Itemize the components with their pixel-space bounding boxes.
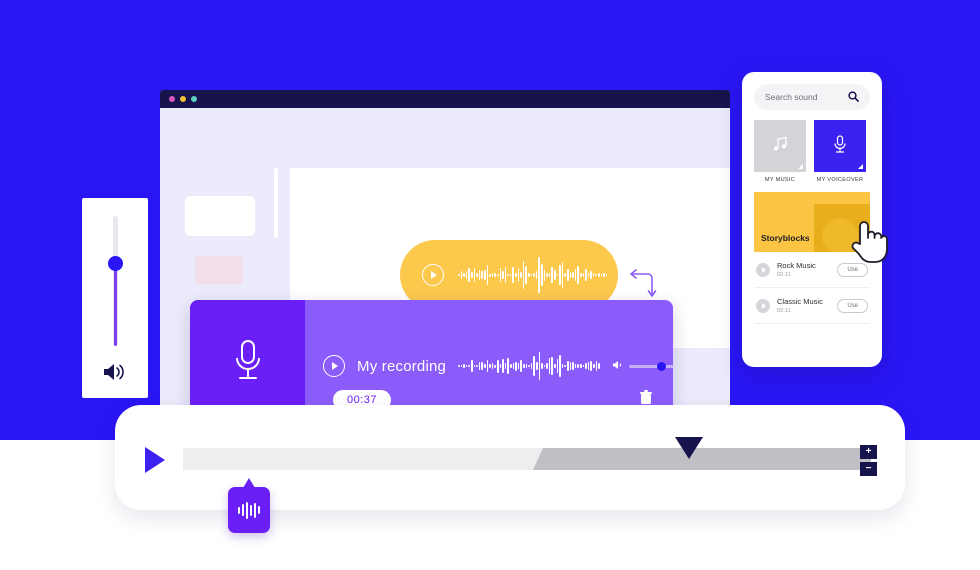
- track-name: Rock Music: [777, 261, 816, 270]
- browser-titlebar: [160, 90, 730, 108]
- play-circle-icon[interactable]: [756, 262, 770, 277]
- speaker-icon: [612, 357, 623, 375]
- my-music-label: MY MUSIC: [764, 177, 796, 183]
- timeline-track[interactable]: [183, 448, 871, 470]
- pink-dot[interactable]: [169, 96, 175, 102]
- recording-volume-control[interactable]: [612, 357, 673, 375]
- search-placeholder: Search sound: [765, 92, 818, 102]
- use-button[interactable]: Use: [837, 298, 868, 313]
- my-voiceover-thumbnail[interactable]: [814, 120, 866, 172]
- illustration-stage: My recording 00:37 + − Search sound MY M…: [0, 0, 980, 570]
- volume-slider-vertical[interactable]: [107, 216, 123, 346]
- waveform-bars: [238, 501, 260, 519]
- recording-row: My recording: [323, 348, 673, 384]
- recording-waveform: [458, 348, 600, 384]
- volume-thumb[interactable]: [656, 361, 666, 371]
- track-meta: Classic Music 02:11: [777, 297, 830, 314]
- track-duration: 02:11: [777, 308, 791, 314]
- category-my-voiceover[interactable]: MY VOICEOVER: [814, 120, 866, 183]
- pointing-hand-cursor: [848, 218, 888, 269]
- volume-track[interactable]: [628, 361, 673, 371]
- speaker-volume-icon[interactable]: [101, 362, 129, 387]
- zoom-out-button[interactable]: −: [860, 462, 877, 476]
- resize-corner-icon: [798, 164, 803, 169]
- panel-divider: [274, 168, 278, 238]
- audio-waveform-icon[interactable]: [228, 478, 270, 533]
- track-meta: Rock Music 02:11: [777, 261, 830, 278]
- track-row[interactable]: Classic Music 02:11 Use: [754, 288, 870, 324]
- track-duration: 02:11: [777, 272, 791, 278]
- audio-waveform: [458, 256, 608, 294]
- my-voiceover-label: MY VOICEOVER: [816, 177, 864, 183]
- microphone-icon: [230, 337, 266, 388]
- my-music-thumbnail[interactable]: [754, 120, 806, 172]
- microphone-icon: [832, 134, 848, 159]
- zoom-in-button[interactable]: +: [860, 445, 877, 459]
- volume-panel: [82, 198, 148, 398]
- teal-dot[interactable]: [191, 96, 197, 102]
- placeholder-card-pink: [195, 256, 243, 284]
- placeholder-card-white: [185, 196, 255, 236]
- play-icon[interactable]: [145, 447, 165, 473]
- play-circle-icon[interactable]: [323, 355, 345, 377]
- storyblocks-label: Storyblocks: [761, 233, 810, 243]
- music-note-icon: [771, 135, 789, 158]
- track-name: Classic Music: [777, 297, 823, 306]
- category-tiles: MY MUSIC MY VOICEOVER: [754, 120, 870, 183]
- play-circle-icon[interactable]: [756, 298, 770, 313]
- undo-curve-arrow-icon[interactable]: [628, 268, 658, 302]
- resize-corner-icon: [858, 164, 863, 169]
- slider-thumb[interactable]: [107, 256, 123, 271]
- sound-library-panel: Search sound MY MUSIC MY VOICEOVER Story…: [742, 72, 888, 367]
- slider-fill: [113, 264, 117, 346]
- timeline-playhead[interactable]: [675, 437, 703, 459]
- search-input[interactable]: Search sound: [754, 84, 870, 110]
- search-icon[interactable]: [848, 90, 859, 104]
- play-circle-icon[interactable]: [422, 264, 444, 286]
- timeline-zoom-controls: + −: [860, 445, 877, 476]
- category-my-music[interactable]: MY MUSIC: [754, 120, 806, 183]
- recording-title: My recording: [357, 357, 447, 375]
- yellow-dot[interactable]: [180, 96, 186, 102]
